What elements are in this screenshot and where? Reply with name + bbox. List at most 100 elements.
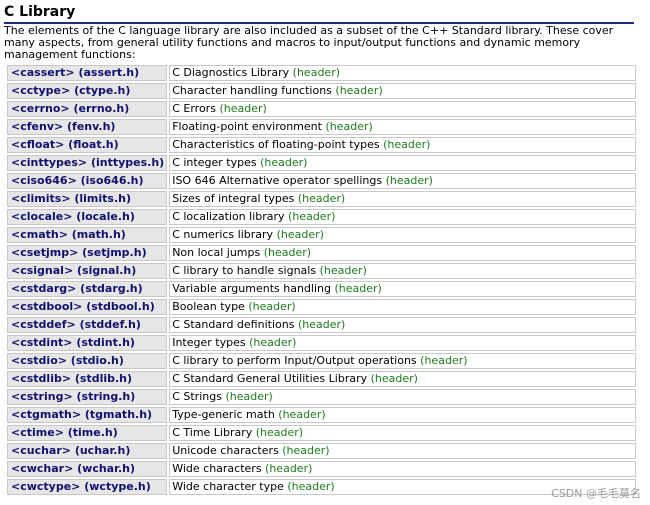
header-link[interactable]: (header)	[249, 336, 296, 349]
library-description-cell: Wide characters (header)	[169, 461, 636, 477]
library-name-link[interactable]: <cfenv> (fenv.h)	[7, 119, 168, 135]
table-row: <cassert> (assert.h) C Diagnostics Librar…	[7, 65, 636, 81]
library-name-link[interactable]: <csetjmp> (setjmp.h)	[7, 245, 168, 261]
library-name-link[interactable]: <ctgmath> (tgmath.h)	[7, 407, 168, 423]
library-description-cell: C Time Library (header)	[169, 425, 636, 441]
table-row: <csignal> (signal.h) C library to handle …	[7, 263, 636, 279]
library-name-link[interactable]: <cstdbool> (stdbool.h)	[7, 299, 168, 315]
header-link[interactable]: (header)	[293, 66, 340, 79]
header-link[interactable]: (header)	[298, 318, 345, 331]
library-description: Characteristics of floating-point types	[172, 138, 380, 151]
library-name-link[interactable]: <cstdlib> (stdlib.h)	[7, 371, 168, 387]
library-name-link[interactable]: <climits> (limits.h)	[7, 191, 168, 207]
library-description: C Errors	[172, 102, 216, 115]
header-link[interactable]: (header)	[282, 444, 329, 457]
table-row: <cctype> (ctype.h) Character handling fun…	[7, 83, 636, 99]
library-description: Unicode characters	[172, 444, 279, 457]
library-description: Variable arguments handling	[172, 282, 331, 295]
table-row: <cstddef> (stddef.h) C Standard definitio…	[7, 317, 636, 333]
library-description-cell: C Diagnostics Library (header)	[169, 65, 636, 81]
table-row: <cfloat> (float.h) Characteristics of flo…	[7, 137, 636, 153]
library-description-cell: Non local jumps (header)	[169, 245, 636, 261]
library-table-body: <cassert> (assert.h) C Diagnostics Librar…	[7, 65, 636, 495]
header-link[interactable]: (header)	[278, 408, 325, 421]
table-row: <cstdio> (stdio.h) C library to perform I…	[7, 353, 636, 369]
header-link[interactable]: (header)	[371, 372, 418, 385]
library-name-link[interactable]: <ciso646> (iso646.h)	[7, 173, 168, 189]
library-name-link[interactable]: <cstdio> (stdio.h)	[7, 353, 168, 369]
library-description-cell: Characteristics of floating-point types …	[169, 137, 636, 153]
header-link[interactable]: (header)	[335, 282, 382, 295]
library-name-link[interactable]: <cerrno> (errno.h)	[7, 101, 168, 117]
library-description-cell: Character handling functions (header)	[169, 83, 636, 99]
library-name-link[interactable]: <clocale> (locale.h)	[7, 209, 168, 225]
library-description: C Diagnostics Library	[172, 66, 290, 79]
library-description-cell: Integer types (header)	[169, 335, 636, 351]
header-link[interactable]: (header)	[248, 300, 295, 313]
table-row: <ciso646> (iso646.h) ISO 646 Alternative …	[7, 173, 636, 189]
library-description-cell: ISO 646 Alternative operator spellings (…	[169, 173, 636, 189]
library-name-link[interactable]: <cinttypes> (inttypes.h)	[7, 155, 168, 171]
table-row: <cstring> (string.h) C Strings (header)	[7, 389, 636, 405]
header-link[interactable]: (header)	[335, 84, 382, 97]
library-description-cell: C library to perform Input/Output operat…	[169, 353, 636, 369]
library-description-cell: C library to handle signals (header)	[169, 263, 636, 279]
library-description: ISO 646 Alternative operator spellings	[172, 174, 383, 187]
intro-paragraph: The elements of the C language library a…	[4, 24, 614, 61]
library-description-cell: Variable arguments handling (header)	[169, 281, 636, 297]
library-name-link[interactable]: <cwchar> (wchar.h)	[7, 461, 168, 477]
header-link[interactable]: (header)	[287, 480, 334, 493]
library-description: C library to perform Input/Output operat…	[172, 354, 417, 367]
library-name-link[interactable]: <cctype> (ctype.h)	[7, 83, 168, 99]
table-row: <ctime> (time.h) C Time Library (header)	[7, 425, 636, 441]
library-description: Floating-point environment	[172, 120, 322, 133]
library-name-link[interactable]: <cassert> (assert.h)	[7, 65, 168, 81]
library-description-cell: Sizes of integral types (header)	[169, 191, 636, 207]
header-link[interactable]: (header)	[383, 138, 430, 151]
header-link[interactable]: (header)	[265, 462, 312, 475]
table-row: <cfenv> (fenv.h) Floating-point environme…	[7, 119, 636, 135]
library-name-link[interactable]: <cmath> (math.h)	[7, 227, 168, 243]
library-name-link[interactable]: <cstring> (string.h)	[7, 389, 168, 405]
library-description: C library to handle signals	[172, 264, 317, 277]
table-row: <clocale> (locale.h) C localization libra…	[7, 209, 636, 225]
library-name-link[interactable]: <cuchar> (uchar.h)	[7, 443, 168, 459]
library-name-link[interactable]: <cstdarg> (stdarg.h)	[7, 281, 168, 297]
header-link[interactable]: (header)	[320, 264, 367, 277]
library-name-link[interactable]: <ctime> (time.h)	[7, 425, 168, 441]
table-row: <cstdarg> (stdarg.h) Variable arguments h…	[7, 281, 636, 297]
header-link[interactable]: (header)	[420, 354, 467, 367]
header-link[interactable]: (header)	[386, 174, 433, 187]
library-description: Type-generic math	[172, 408, 275, 421]
table-row: <climits> (limits.h) Sizes of integral ty…	[7, 191, 636, 207]
library-description: Sizes of integral types	[172, 192, 295, 205]
library-name-link[interactable]: <cwctype> (wctype.h)	[7, 479, 168, 495]
header-link[interactable]: (header)	[225, 390, 272, 403]
library-description: Non local jumps	[172, 246, 261, 259]
library-description: Wide character type	[172, 480, 284, 493]
header-link[interactable]: (header)	[219, 102, 266, 115]
library-name-link[interactable]: <csignal> (signal.h)	[7, 263, 168, 279]
table-row: <cstdint> (stdint.h) Integer types (heade…	[7, 335, 636, 351]
table-row: <cerrno> (errno.h) C Errors (header)	[7, 101, 636, 117]
library-description-cell: C integer types (header)	[169, 155, 636, 171]
table-row: <cmath> (math.h) C numerics library (head…	[7, 227, 636, 243]
header-link[interactable]: (header)	[256, 426, 303, 439]
table-row: <cstdlib> (stdlib.h) C Standard General U…	[7, 371, 636, 387]
library-description-cell: C Standard definitions (header)	[169, 317, 636, 333]
header-link[interactable]: (header)	[288, 210, 335, 223]
header-link[interactable]: (header)	[325, 120, 372, 133]
library-name-link[interactable]: <cstdint> (stdint.h)	[7, 335, 168, 351]
header-link[interactable]: (header)	[298, 192, 345, 205]
header-link[interactable]: (header)	[260, 156, 307, 169]
header-link[interactable]: (header)	[277, 228, 324, 241]
library-name-link[interactable]: <cfloat> (float.h)	[7, 137, 168, 153]
table-row: <ctgmath> (tgmath.h) Type-generic math (h…	[7, 407, 636, 423]
library-description: C Standard definitions	[172, 318, 295, 331]
library-description: Character handling functions	[172, 84, 332, 97]
library-name-link[interactable]: <cstddef> (stddef.h)	[7, 317, 168, 333]
header-link[interactable]: (header)	[264, 246, 311, 259]
table-row: <cwctype> (wctype.h) Wide character type …	[7, 479, 636, 495]
page-title: C Library	[4, 3, 634, 24]
library-description-cell: C localization library (header)	[169, 209, 636, 225]
